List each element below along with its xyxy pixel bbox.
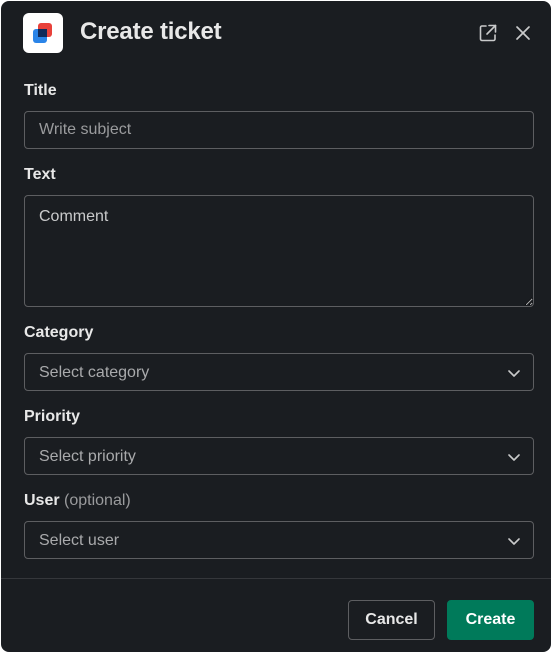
chevron-down-icon xyxy=(507,450,521,469)
create-button[interactable]: Create xyxy=(447,600,534,640)
priority-select-value: Select priority xyxy=(39,448,136,465)
category-label: Category xyxy=(24,324,94,341)
user-select-value: Select user xyxy=(39,532,120,549)
dialog-header: Create ticket xyxy=(1,1,551,67)
text-label: Text xyxy=(24,166,56,183)
category-select[interactable]: Select category xyxy=(24,353,534,391)
create-ticket-dialog: Create ticket Title Text Category Select… xyxy=(1,1,551,652)
optional-hint: (optional) xyxy=(64,492,131,509)
user-label: User (optional) xyxy=(24,492,131,510)
user-select[interactable]: Select user xyxy=(24,521,534,559)
dialog-title: Create ticket xyxy=(80,18,222,45)
cancel-button[interactable]: Cancel xyxy=(348,600,435,640)
category-select-value: Select category xyxy=(39,364,150,381)
text-textarea[interactable] xyxy=(24,195,534,307)
footer-divider xyxy=(1,578,551,579)
user-label-text: User xyxy=(24,492,60,509)
priority-label: Priority xyxy=(24,408,81,425)
external-link-icon[interactable] xyxy=(477,22,499,44)
app-logo-icon xyxy=(23,13,63,53)
chevron-down-icon xyxy=(507,534,521,553)
close-icon[interactable] xyxy=(512,22,534,44)
title-input[interactable] xyxy=(24,111,534,149)
priority-select[interactable]: Select priority xyxy=(24,437,534,475)
chevron-down-icon xyxy=(507,366,521,385)
title-label: Title xyxy=(24,82,57,99)
